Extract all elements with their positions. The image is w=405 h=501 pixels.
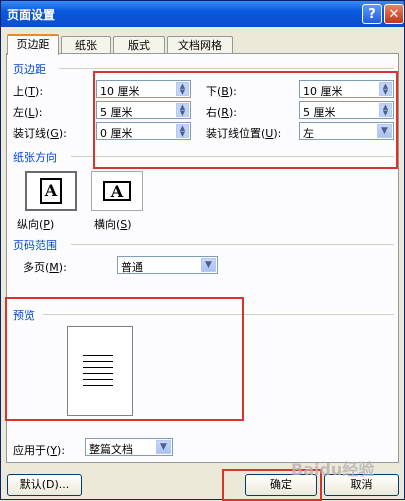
multiple-pages-label: 多页(M): xyxy=(23,261,67,274)
pages-group-line xyxy=(71,244,394,245)
gutter-value: 0 厘米 xyxy=(100,127,133,140)
gutter-position-value: 左 xyxy=(303,127,314,140)
preview-page xyxy=(67,326,133,416)
margins-group-title: 页边距 xyxy=(13,63,46,76)
title-bar: 页面设置 ? ✕ xyxy=(1,1,404,27)
preview-group-line xyxy=(43,314,394,315)
spinner-arrows-icon[interactable]: ▲ ▼ xyxy=(379,103,392,117)
tab-margins[interactable]: 页边距 xyxy=(7,34,59,55)
landscape-button[interactable]: A xyxy=(91,171,143,211)
gutter-label: 装订线(G): xyxy=(13,127,67,140)
apply-to-value: 整篇文档 xyxy=(89,443,133,456)
portrait-button[interactable]: A xyxy=(25,171,77,211)
window-title: 页面设置 xyxy=(7,8,56,22)
portrait-label: 纵向(P) xyxy=(17,218,55,231)
apply-to-select[interactable]: 整篇文档 ▼ xyxy=(85,438,173,456)
top-margin-value: 10 厘米 xyxy=(100,85,140,98)
preview-text-line xyxy=(83,373,113,374)
preview-text-line xyxy=(83,367,113,368)
bottom-margin-label: 下(B): xyxy=(206,85,237,98)
bottom-margin-input[interactable]: 10 厘米 ▲ ▼ xyxy=(299,80,394,98)
preview-text-line xyxy=(83,355,113,356)
pages-group-title: 页码范围 xyxy=(13,239,57,252)
tab-paper[interactable]: 纸张 xyxy=(61,36,111,54)
right-margin-value: 5 厘米 xyxy=(303,106,336,119)
landscape-page-icon: A xyxy=(103,181,131,201)
spinner-arrows-icon[interactable]: ▲ ▼ xyxy=(176,82,189,96)
right-margin-input[interactable]: 5 厘米 ▲ ▼ xyxy=(299,101,394,119)
watermark-text: Baidu经验 xyxy=(291,460,375,479)
top-margin-label: 上(T): xyxy=(13,85,44,98)
orientation-group-title: 纸张方向 xyxy=(13,151,57,164)
spinner-arrows-icon[interactable]: ▲ ▼ xyxy=(176,103,189,117)
multiple-pages-select[interactable]: 普通 ▼ xyxy=(117,256,218,274)
chevron-down-icon[interactable]: ▼ xyxy=(377,124,392,138)
tab-layout[interactable]: 版式 xyxy=(113,36,165,54)
left-margin-label: 左(L): xyxy=(13,106,43,119)
top-margin-input[interactable]: 10 厘米 ▲ ▼ xyxy=(96,80,191,98)
left-margin-value: 5 厘米 xyxy=(100,106,133,119)
orientation-group-line xyxy=(71,156,394,157)
preview-text-line xyxy=(83,385,113,386)
multiple-pages-value: 普通 xyxy=(121,261,143,274)
help-button[interactable]: ? xyxy=(362,4,382,24)
bottom-margin-value: 10 厘米 xyxy=(303,85,343,98)
chevron-down-icon[interactable]: ▼ xyxy=(201,258,216,272)
spinner-arrows-icon[interactable]: ▲ ▼ xyxy=(176,124,189,138)
left-margin-input[interactable]: 5 厘米 ▲ ▼ xyxy=(96,101,191,119)
margins-group-line xyxy=(59,68,394,69)
gutter-input[interactable]: 0 厘米 ▲ ▼ xyxy=(96,122,191,140)
preview-text-line xyxy=(83,379,113,380)
chevron-down-icon[interactable]: ▼ xyxy=(156,440,171,454)
apply-to-label: 应用于(Y): xyxy=(13,444,66,457)
gutter-position-label: 装订线位置(U): xyxy=(206,127,282,140)
gutter-position-select[interactable]: 左 ▼ xyxy=(299,122,394,140)
page-setup-dialog: 页面设置 ? ✕ 页边距 纸张 版式 文档网格 页边距 上(T): 10 厘米 … xyxy=(0,0,405,501)
preview-text-line xyxy=(83,361,113,362)
portrait-page-icon: A xyxy=(40,178,62,204)
close-button[interactable]: ✕ xyxy=(384,4,404,24)
preview-group-title: 预览 xyxy=(13,309,35,322)
right-margin-label: 右(R): xyxy=(206,106,237,119)
tab-document-grid[interactable]: 文档网格 xyxy=(167,36,233,54)
default-button[interactable]: 默认(D)... xyxy=(7,474,82,496)
landscape-label: 横向(S) xyxy=(94,218,132,231)
spinner-arrows-icon[interactable]: ▲ ▼ xyxy=(379,82,392,96)
